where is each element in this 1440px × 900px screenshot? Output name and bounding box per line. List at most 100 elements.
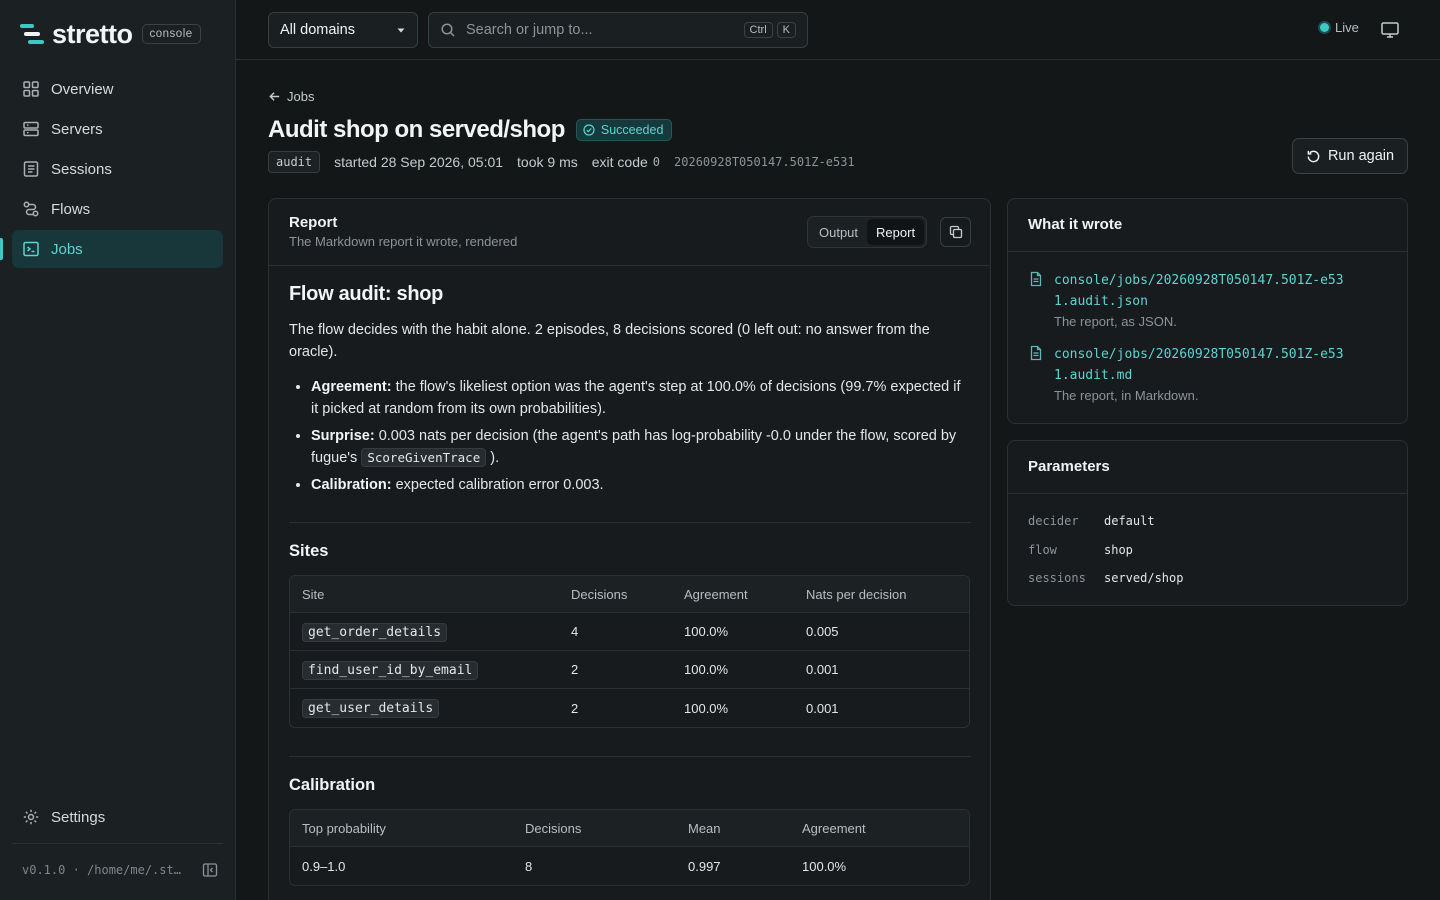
sidebar-item-label: Jobs (51, 240, 83, 258)
job-duration: took 9 ms (517, 154, 578, 170)
bullet-calibration: Calibration: expected calibration error … (311, 474, 971, 496)
column-header: Mean (676, 810, 790, 847)
sidebar-collapse-icon[interactable] (202, 862, 218, 878)
job-id: 20260928T050147.501Z-e531 (674, 155, 855, 169)
bullet-text: the flow's likeliest option was the agen… (311, 379, 961, 417)
report-body: Flow audit: shop The flow decides with t… (289, 283, 971, 886)
outputs-panel: What it wrote console/jobs/20260928T0501… (1007, 198, 1408, 424)
sidebar-item-overview[interactable]: Overview (12, 70, 223, 108)
nats-cell: 0.001 (794, 651, 969, 689)
report-panel-header: Report The Markdown report it wrote, ren… (269, 199, 990, 266)
site-cell: get_user_details (290, 689, 559, 727)
site-name: get_order_details (302, 622, 448, 642)
column-header: Agreement (672, 576, 794, 613)
param-value: served/shop (1104, 571, 1184, 585)
table-row: 0.9–1.0 8 0.997 100.0% (290, 847, 969, 885)
agreement-cell: 100.0% (672, 651, 794, 689)
param-value: default (1104, 514, 1155, 528)
output-file-link[interactable]: console/jobs/20260928T050147.501Z-e531.a… (1054, 344, 1344, 386)
column-header: Nats per decision (794, 576, 969, 613)
divider (289, 756, 971, 757)
sidebar-divider (12, 843, 223, 844)
sidebar-item-servers[interactable]: Servers (12, 110, 223, 148)
back-to-jobs-link[interactable]: Jobs (268, 89, 314, 104)
brand[interactable]: stretto console (20, 18, 201, 50)
site-name: get_user_details (302, 699, 440, 718)
run-again-label: Run again (1327, 148, 1395, 164)
tab-report[interactable]: Report (867, 219, 925, 245)
check-circle-icon (583, 124, 595, 136)
calibration-heading: Calibration (289, 776, 376, 794)
search-icon (441, 23, 455, 37)
table-row: get_user_details 2 100.0% 0.001 (290, 689, 969, 727)
decisions-cell: 2 (559, 651, 672, 689)
stretto-logo-icon (20, 24, 44, 44)
bullet-text: expected calibration error 0.003. (391, 477, 604, 493)
agreement-cell: 100.0% (672, 613, 794, 651)
sidebar-footer: v0.1.0 · /home/me/.stretto (22, 862, 218, 878)
kbd-k: K (776, 22, 796, 38)
output-file-link[interactable]: console/jobs/20260928T050147.501Z-e531.a… (1054, 270, 1344, 312)
view-toggle: Output Report (807, 216, 928, 248)
bullet-text: ). (486, 450, 500, 466)
sidebar-item-label: Overview (51, 80, 114, 98)
output-file: console/jobs/20260928T050147.501Z-e531.a… (1028, 270, 1344, 329)
decisions-cell: 8 (525, 858, 533, 874)
sidebar-item-sessions[interactable]: Sessions (12, 150, 223, 188)
overview-icon (23, 81, 39, 97)
sidebar-item-jobs[interactable]: Jobs (0, 230, 223, 268)
param-row: decider default (1028, 514, 1155, 528)
sidebar-item-label: Servers (51, 120, 103, 138)
report-heading: Flow audit: shop (289, 283, 444, 305)
file-icon (1030, 345, 1042, 361)
output-file: console/jobs/20260928T050147.501Z-e531.a… (1028, 344, 1344, 403)
sidebar-item-settings[interactable]: Settings (12, 798, 223, 836)
param-key: sessions (1028, 571, 1086, 585)
output-file-desc: The report, as JSON. (1054, 314, 1177, 329)
report-bullets: Agreement: the flow's likeliest option w… (289, 376, 971, 496)
search-box[interactable]: Ctrl K (428, 12, 808, 48)
column-header: Agreement (790, 810, 969, 847)
param-row: sessions served/shop (1028, 571, 1183, 585)
calibration-table: Top probability Decisions Mean Agreement… (289, 809, 970, 886)
sidebar-item-label: Sessions (51, 160, 112, 178)
live-indicator: Live (1320, 20, 1359, 35)
column-header: Top probability (290, 810, 513, 847)
divider (289, 522, 971, 523)
brand-name: stretto (52, 18, 133, 49)
arrow-left-icon (269, 92, 280, 101)
sites-table: Site Decisions Agreement Nats per decisi… (289, 575, 970, 728)
sidebar-item-flows[interactable]: Flows (12, 190, 223, 228)
run-again-button[interactable]: Run again (1292, 138, 1408, 174)
range-cell: 0.9–1.0 (302, 858, 346, 874)
status-badge: Succeeded (575, 119, 673, 141)
copy-button[interactable] (940, 217, 971, 247)
report-intro: The flow decides with the habit alone. 2… (289, 322, 930, 360)
inline-code: ScoreGivenTrace (361, 448, 487, 467)
decisions-cell: 2 (571, 700, 579, 716)
report-panel-title: Report (289, 214, 338, 231)
sidebar-item-label: Settings (51, 808, 106, 826)
param-key: decider (1028, 514, 1079, 528)
job-started: started 28 Sep 2026, 05:01 (334, 154, 504, 170)
search-input[interactable] (466, 22, 736, 38)
bullet-label: Surprise: (311, 428, 375, 444)
sidebar-item-label: Flows (51, 200, 91, 218)
table-row: find_user_id_by_email 2 100.0% 0.001 (290, 651, 969, 689)
page-title: Audit shop on served/shop (268, 116, 565, 143)
site-name: find_user_id_by_email (302, 660, 479, 680)
kbd-ctrl: Ctrl (743, 22, 773, 38)
title-row: Audit shop on served/shop Succeeded (268, 116, 673, 144)
monitor-icon[interactable] (1380, 20, 1400, 40)
domain-select[interactable]: All domains (268, 12, 418, 48)
nats-cell: 0.001 (806, 700, 839, 716)
column-header: Site (290, 576, 559, 613)
search-shortcut: Ctrl K (740, 22, 796, 38)
exit-code-label: exit code (591, 154, 648, 170)
output-file-desc: The report, in Markdown. (1054, 388, 1199, 403)
tab-output[interactable]: Output (810, 219, 867, 245)
table-header-row: Top probability Decisions Mean Agreement (290, 810, 969, 847)
version-path: v0.1.0 · /home/me/.stretto (22, 863, 182, 877)
column-header: Decisions (513, 810, 676, 847)
copy-icon (949, 225, 962, 239)
